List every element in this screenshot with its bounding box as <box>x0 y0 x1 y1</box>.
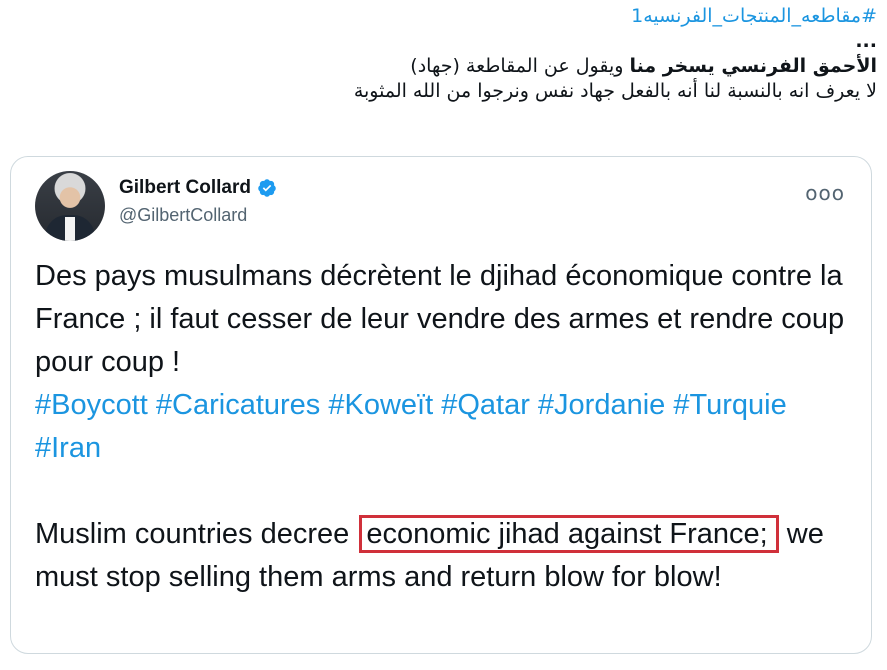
post-text: #مقاطعه_المنتجات_الفرنسيه1 ... الأحمق ال… <box>17 4 877 104</box>
highlight-box: economic jihad against France; <box>359 515 779 553</box>
author-handle[interactable]: @GilbertCollard <box>119 205 247 226</box>
tweet-body: Des pays musulmans décrètent le djihad é… <box>35 255 855 599</box>
tweet-hashtags[interactable]: #Boycott #Caricatures #Koweït #Qatar #Jo… <box>35 384 855 470</box>
author-name[interactable]: Gilbert Collard <box>119 177 251 199</box>
english-text-before: Muslim countries decree <box>35 518 358 550</box>
tweet-french-text: Des pays musulmans décrètent le djihad é… <box>35 260 845 378</box>
more-options-icon[interactable]: ooo <box>805 181 845 205</box>
author-row: Gilbert Collard <box>119 177 277 199</box>
verified-badge-icon <box>258 179 276 197</box>
ellipsis: ... <box>855 30 877 52</box>
tweet-english-text: Muslim countries decree economic jihad a… <box>35 513 855 599</box>
post-line-1-rest: ويقول عن المقاطعة (جهاد) <box>410 55 630 77</box>
hashtag-link[interactable]: #مقاطعه_المنتجات_الفرنسيه1 <box>17 4 877 29</box>
avatar-shirt <box>65 217 75 241</box>
post-line-1-bold: الأحمق الفرنسي يسخر منا <box>629 55 877 77</box>
post-line-2: لا يعرف انه بالنسبة لنا أنه بالفعل جهاد … <box>353 80 877 102</box>
post-line-1: الأحمق الفرنسي يسخر منا ويقول عن المقاطع… <box>17 54 877 79</box>
embedded-tweet-card[interactable]: Gilbert Collard @GilbertCollard ooo Des … <box>10 156 872 654</box>
avatar[interactable] <box>35 171 105 241</box>
